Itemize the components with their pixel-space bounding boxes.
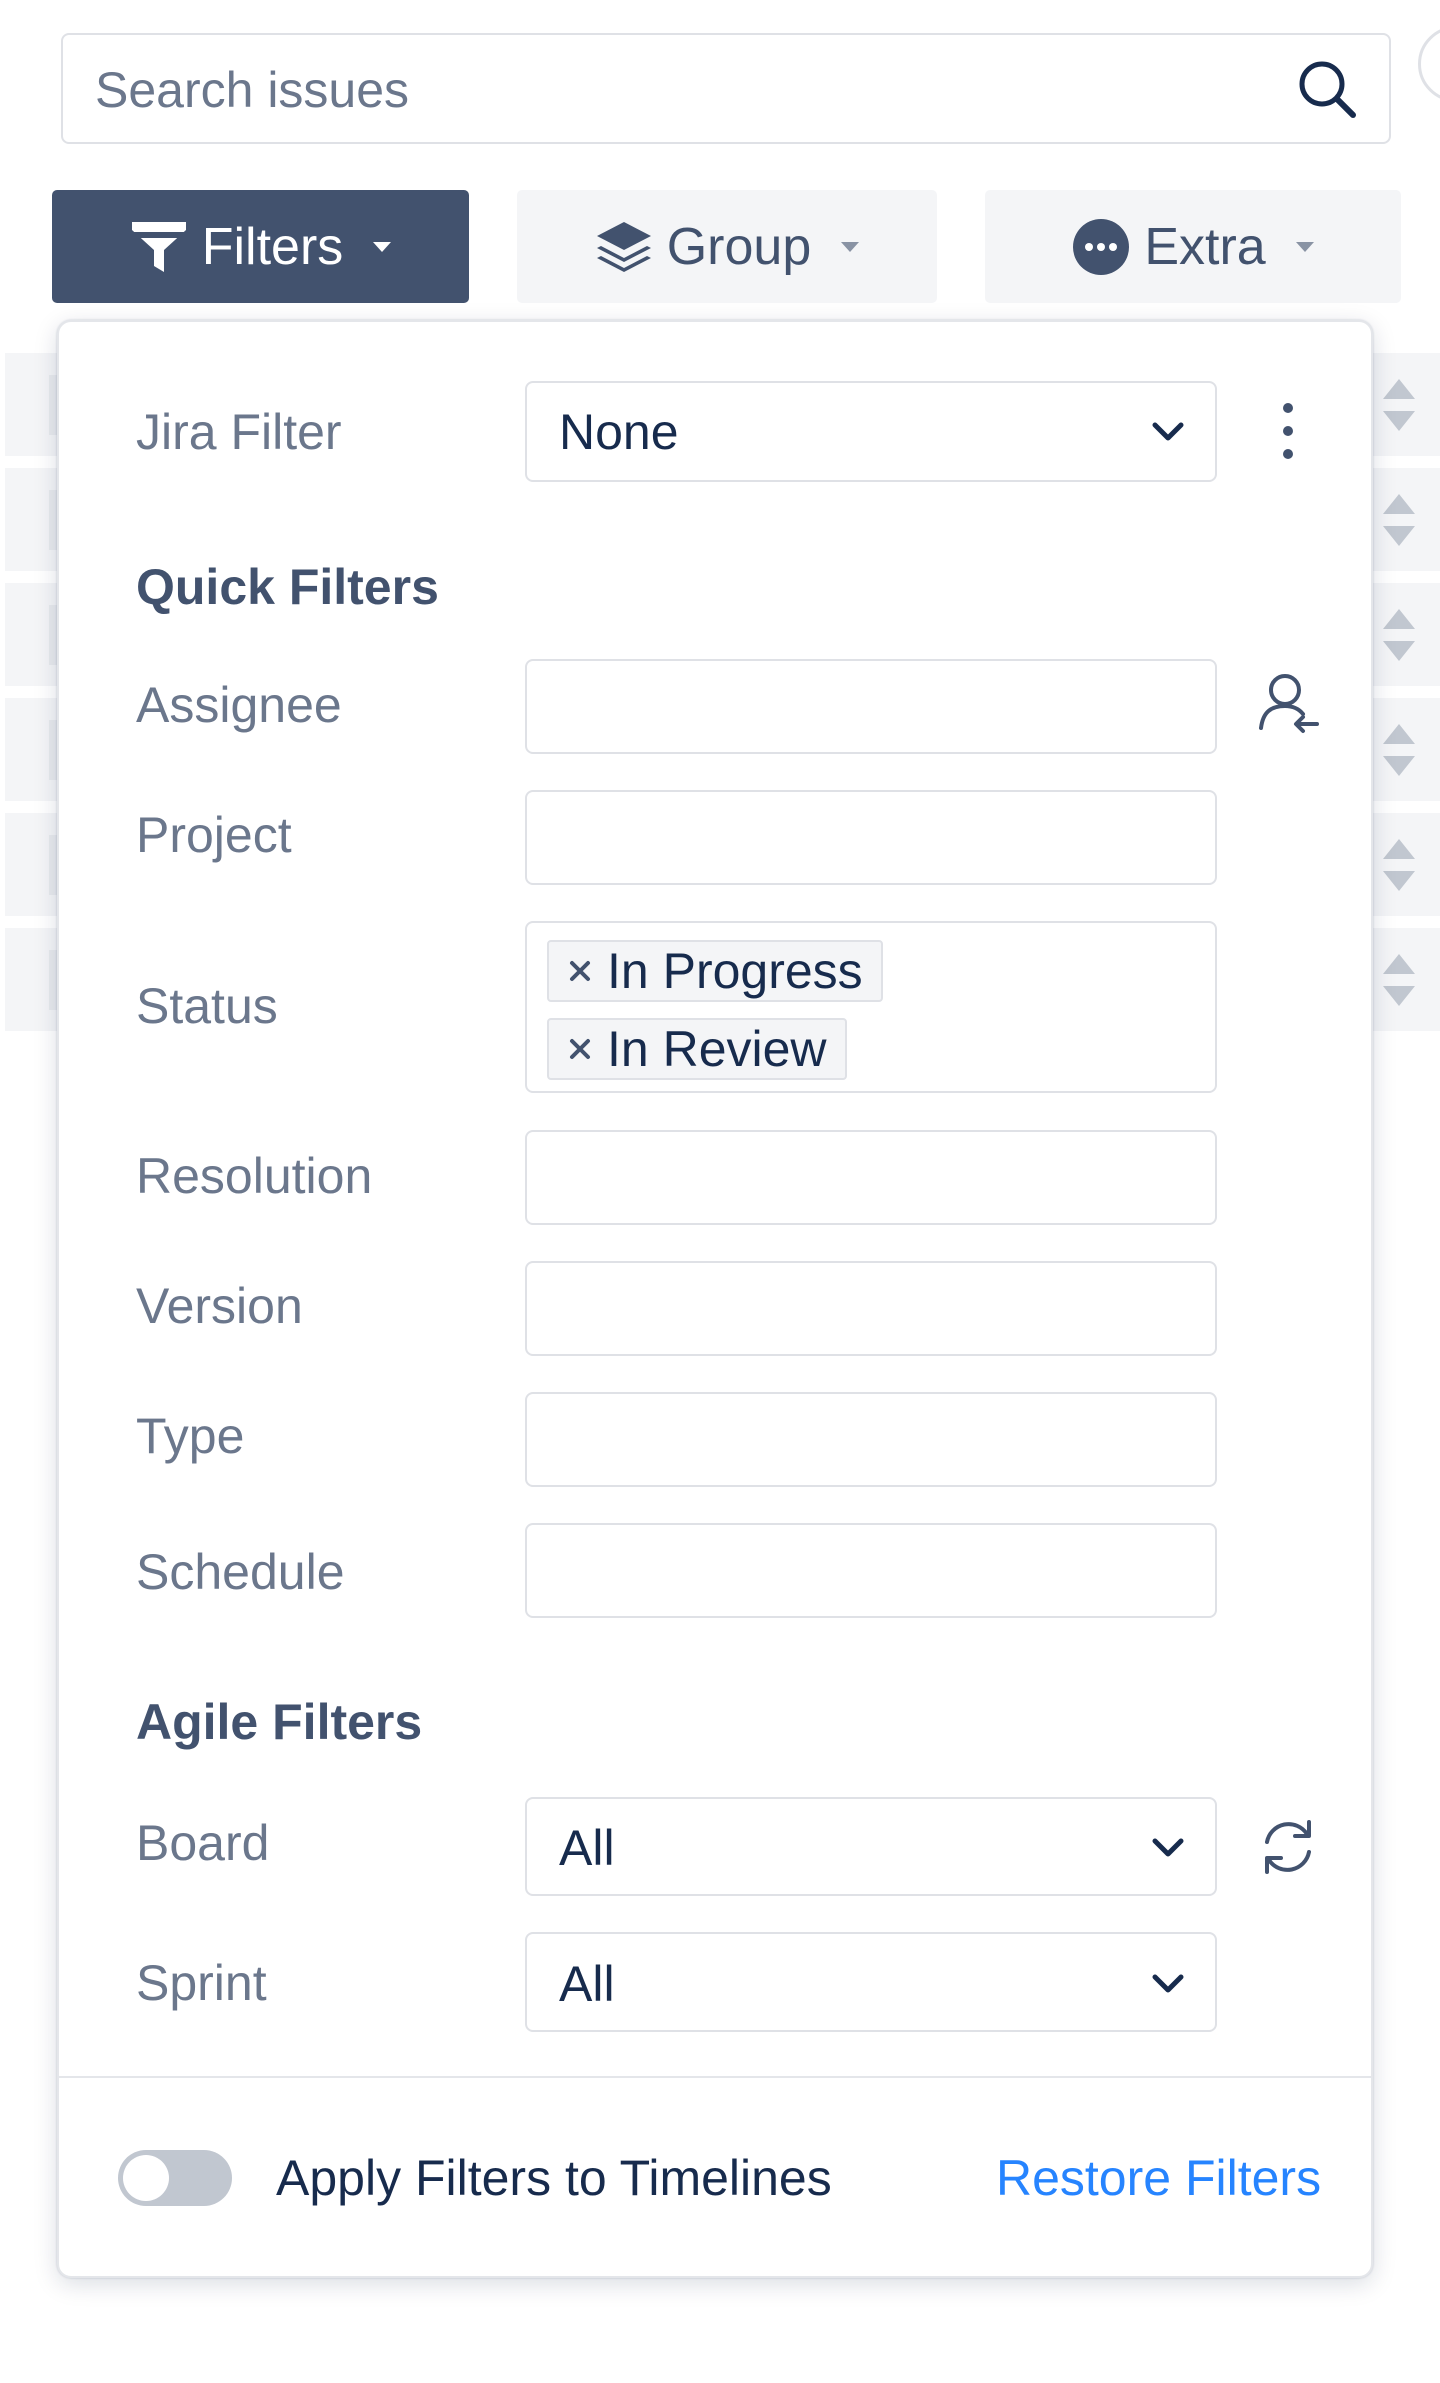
group-button-label: Group [666,217,812,276]
footer-divider [57,2076,1373,2078]
status-label: Status [136,978,278,1034]
chevron-down-icon [1152,1838,1184,1857]
resolution-label: Resolution [136,1148,373,1204]
type-label: Type [136,1408,245,1464]
board-value: All [559,1820,615,1876]
project-field[interactable] [525,790,1217,885]
row-stub [49,375,57,435]
schedule-field[interactable] [525,1523,1217,1618]
schedule-label: Schedule [136,1544,345,1600]
jira-filter-label: Jira Filter [136,404,342,460]
restore-filters-link[interactable]: Restore Filters [996,2148,1321,2208]
agile-filters-heading: Agile Filters [136,1694,423,1750]
more-horizontal-icon [1073,218,1130,275]
assignee-field[interactable] [525,659,1217,754]
filters-button-label: Filters [201,217,344,276]
toggle-knob [123,2155,169,2201]
layers-icon [596,221,651,272]
caret-down-icon [373,241,392,252]
extra-button-label: Extra [1144,217,1266,276]
refresh-icon[interactable] [1253,1812,1323,1882]
assignee-label: Assignee [136,677,342,733]
sort-icon[interactable] [1381,722,1417,778]
row-stub [49,950,57,1010]
board-label: Board [136,1815,270,1871]
chevron-down-icon [1152,422,1184,441]
remove-tag-icon[interactable] [567,958,593,984]
status-tag-label: In Review [607,1021,827,1077]
sprint-label: Sprint [136,1955,267,2011]
quick-filters-heading: Quick Filters [136,559,439,615]
extra-button[interactable]: Extra [985,190,1401,303]
apply-timelines-label: Apply Filters to Timelines [276,2150,832,2206]
sort-icon[interactable] [1381,492,1417,548]
version-field[interactable] [525,1261,1217,1356]
more-vertical-icon[interactable] [1253,396,1323,466]
version-label: Version [136,1278,303,1334]
remove-tag-icon[interactable] [567,1036,593,1062]
status-tag: In Review [547,1018,847,1080]
project-label: Project [136,807,292,863]
row-stub [49,720,57,780]
sort-icon[interactable] [1381,377,1417,433]
row-stub [49,605,57,665]
help-button[interactable] [1418,26,1440,102]
jira-filter-select[interactable]: None [525,381,1217,482]
apply-timelines-toggle[interactable] [118,2150,232,2206]
sort-icon[interactable] [1381,607,1417,663]
chevron-down-icon [1152,1974,1184,1993]
sort-icon[interactable] [1381,837,1417,893]
type-field[interactable] [525,1392,1217,1487]
search-icon[interactable] [1295,57,1359,121]
jira-filter-value: None [559,404,679,460]
search-input[interactable] [93,35,1277,144]
row-stub [49,490,57,550]
row-stub [49,835,57,895]
sprint-select[interactable]: All [525,1932,1217,2032]
resolution-field[interactable] [525,1130,1217,1225]
caret-down-icon [1295,241,1314,252]
group-button[interactable]: Group [517,190,937,303]
status-tag-label: In Progress [607,943,863,999]
sort-icon[interactable] [1381,952,1417,1008]
status-field[interactable]: In Progress In Review [525,921,1217,1093]
sprint-value: All [559,1956,615,2012]
assign-to-me-icon[interactable] [1253,668,1323,738]
caret-down-icon [841,241,860,252]
status-tag: In Progress [547,940,883,1002]
filter-icon [131,221,186,272]
search-box[interactable] [61,33,1391,144]
filters-button[interactable]: Filters [52,190,469,303]
board-select[interactable]: All [525,1797,1217,1896]
